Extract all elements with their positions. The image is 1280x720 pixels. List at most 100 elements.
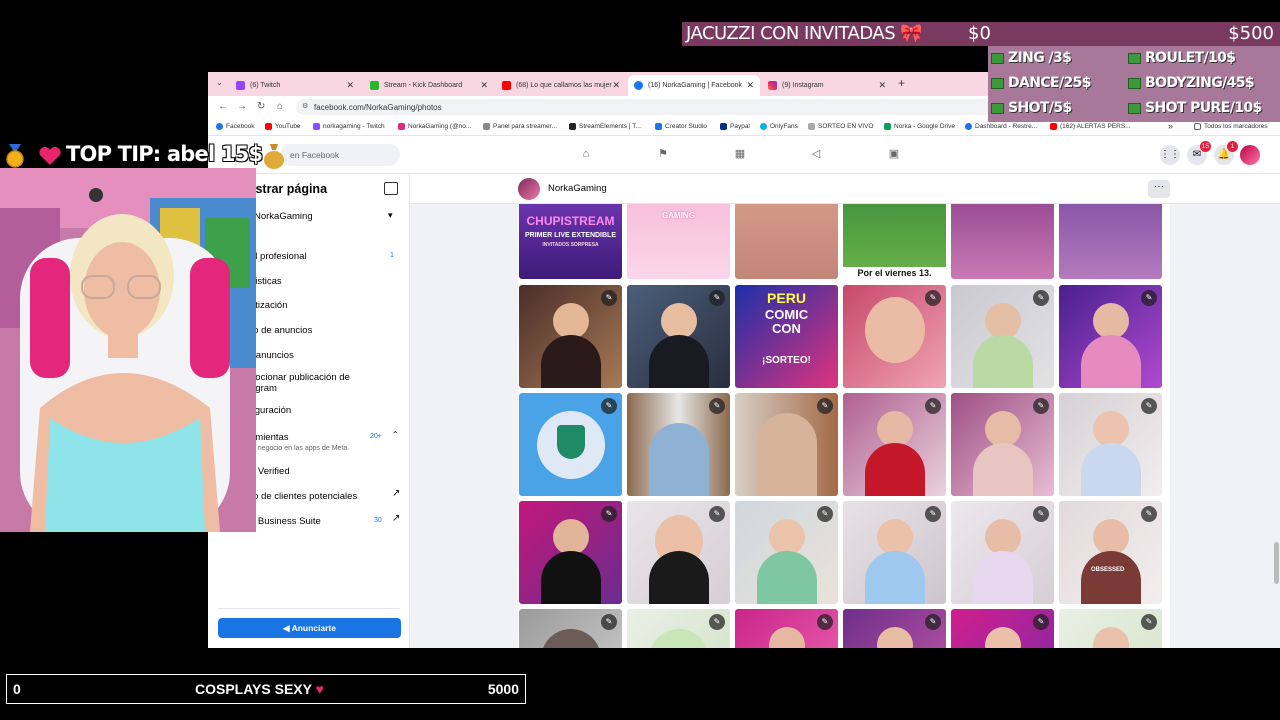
- apps-grid-icon[interactable]: ⋮⋮: [1160, 145, 1180, 165]
- bookmark-item[interactable]: Paypal: [720, 123, 750, 130]
- sidebar-item-promote-instagram[interactable]: nocionar publicación de: [250, 372, 350, 383]
- bookmarks-overflow-button[interactable]: »: [1168, 121, 1173, 131]
- photo-thumbnail[interactable]: ✎: [951, 285, 1054, 388]
- photo-thumbnail[interactable]: ✎: [519, 609, 622, 648]
- photo-thumbnail[interactable]: ✎: [627, 609, 730, 648]
- messenger-icon[interactable]: ✉ 15: [1187, 141, 1211, 165]
- all-bookmarks[interactable]: Todos los marcadores: [1194, 123, 1268, 130]
- tab-instagram[interactable]: (9) Instagram ✕: [762, 75, 892, 96]
- photo-thumbnail[interactable]: ✎: [735, 393, 838, 496]
- chevron-up-icon[interactable]: ⌃: [392, 430, 399, 439]
- edit-pencil-icon[interactable]: ✎: [1033, 290, 1049, 306]
- close-icon[interactable]: ✕: [346, 80, 354, 91]
- photo-thumbnail[interactable]: ✎: [735, 501, 838, 604]
- photo-thumbnail[interactable]: ✎: [519, 285, 622, 388]
- photo-thumbnail[interactable]: PERU COMIC CON ¡SORTEO!: [735, 285, 838, 388]
- page-switcher-name[interactable]: NorkaGaming: [254, 211, 313, 222]
- tab-kick[interactable]: Stream - Kick Dashboard ✕: [364, 75, 494, 96]
- photo-thumbnail[interactable]: ✎: [1059, 393, 1162, 496]
- sidebar-collapse-icon[interactable]: [384, 182, 398, 195]
- photo-thumbnail[interactable]: ✎: [519, 501, 622, 604]
- external-link-icon[interactable]: ↗: [392, 513, 400, 524]
- photo-thumbnail[interactable]: ✎: [627, 501, 730, 604]
- edit-pencil-icon[interactable]: ✎: [817, 398, 833, 414]
- reload-icon[interactable]: ↻: [257, 101, 265, 112]
- bookmark-item[interactable]: OnlyFans: [760, 123, 798, 130]
- photo-thumbnail[interactable]: OBSESSED ✎: [1059, 501, 1162, 604]
- edit-pencil-icon[interactable]: ✎: [709, 506, 725, 522]
- home-icon[interactable]: ⌂: [277, 101, 283, 112]
- sidebar-item-leads-center[interactable]: ro de clientes potenciales: [250, 491, 357, 502]
- edit-pencil-icon[interactable]: ✎: [1141, 398, 1157, 414]
- search-input[interactable]: en Facebook: [280, 144, 400, 166]
- external-link-icon[interactable]: ↗: [392, 488, 400, 499]
- close-icon[interactable]: ✕: [878, 80, 886, 91]
- url-input[interactable]: ⚙ facebook.com/NorkaGaming/photos: [296, 99, 996, 115]
- edit-pencil-icon[interactable]: ✎: [925, 398, 941, 414]
- close-icon[interactable]: ✕: [480, 80, 488, 91]
- page-name[interactable]: NorkaGaming: [548, 183, 607, 194]
- close-icon[interactable]: ✕: [612, 80, 620, 91]
- photo-thumbnail[interactable]: [735, 204, 838, 279]
- sidebar-item-business-suite[interactable]: a Business Suite: [250, 516, 321, 527]
- edit-pencil-icon[interactable]: ✎: [817, 506, 833, 522]
- photo-thumbnail[interactable]: ✎: [1059, 285, 1162, 388]
- photo-thumbnail[interactable]: GAMING: [627, 204, 730, 279]
- edit-pencil-icon[interactable]: ✎: [1141, 506, 1157, 522]
- advertise-button[interactable]: ◀ Anunciarte: [218, 618, 401, 638]
- bookmark-item[interactable]: SORTEO EN VIVO: [808, 123, 874, 130]
- photo-thumbnail[interactable]: ✎: [843, 609, 946, 648]
- photo-thumbnail[interactable]: ✎: [951, 393, 1054, 496]
- photo-thumbnail[interactable]: [1059, 204, 1162, 279]
- edit-pencil-icon[interactable]: ✎: [925, 290, 941, 306]
- edit-pencil-icon[interactable]: ✎: [925, 506, 941, 522]
- bookmark-item[interactable]: NorkaGaming (@no...: [398, 123, 471, 130]
- photo-thumbnail[interactable]: ✎: [951, 609, 1054, 648]
- bookmark-item[interactable]: Norka - Google Drive: [884, 123, 955, 130]
- sidebar-item-settings[interactable]: figuración: [250, 405, 291, 416]
- forward-arrow-icon[interactable]: →: [237, 101, 247, 112]
- photo-thumbnail[interactable]: CHUPISTREAM PRIMER LIVE EXTENDIBLE INVIT…: [519, 204, 622, 279]
- avatar[interactable]: [1240, 145, 1260, 165]
- tab-youtube[interactable]: (68) Lo que callamos las mujer ✕: [496, 75, 626, 96]
- photo-thumbnail[interactable]: ✎: [951, 501, 1054, 604]
- photo-thumbnail[interactable]: ✎: [627, 393, 730, 496]
- edit-pencil-icon[interactable]: ✎: [601, 398, 617, 414]
- megaphone-icon[interactable]: ◁: [809, 147, 823, 161]
- calendar-icon[interactable]: ▣: [887, 147, 901, 161]
- photo-thumbnail[interactable]: ✎: [627, 285, 730, 388]
- tab-twitch[interactable]: (6) Twitch ✕: [230, 75, 360, 96]
- edit-pencil-icon[interactable]: ✎: [601, 506, 617, 522]
- photo-thumbnail[interactable]: ✎: [1059, 609, 1162, 648]
- site-info-icon[interactable]: ⚙: [302, 102, 308, 110]
- scrollbar-thumb[interactable]: [1274, 542, 1279, 584]
- edit-pencil-icon[interactable]: ✎: [709, 398, 725, 414]
- chevron-down-icon[interactable]: ▾: [388, 210, 393, 221]
- bookmark-item[interactable]: Facebook: [216, 123, 255, 130]
- sidebar-item-professional-dashboard[interactable]: el profesional: [250, 251, 307, 262]
- edit-pencil-icon[interactable]: ✎: [925, 614, 941, 630]
- bookmark-item[interactable]: norkagaming - Twitch: [313, 123, 385, 130]
- photo-thumbnail[interactable]: [951, 204, 1054, 279]
- close-icon[interactable]: ✕: [746, 80, 754, 91]
- home-icon[interactable]: ⌂: [579, 147, 593, 161]
- back-arrow-icon[interactable]: ←: [218, 101, 228, 112]
- photo-thumbnail[interactable]: Por el viernes 13.: [843, 204, 946, 279]
- photo-thumbnail[interactable]: ✎: [843, 501, 946, 604]
- bookmark-item[interactable]: Dashboard - Restre...: [965, 123, 1037, 130]
- new-tab-button[interactable]: +: [898, 76, 905, 90]
- bookmark-item[interactable]: Creator Studio: [655, 123, 707, 130]
- edit-pencil-icon[interactable]: ✎: [601, 290, 617, 306]
- sidebar-item-create-ads[interactable]: r anuncios: [250, 350, 294, 361]
- sidebar-item-ad-center[interactable]: ro de anuncios: [250, 325, 312, 336]
- edit-pencil-icon[interactable]: ✎: [709, 614, 725, 630]
- photo-thumbnail[interactable]: ✎: [843, 393, 946, 496]
- photo-thumbnail[interactable]: ✎: [519, 393, 622, 496]
- bell-icon[interactable]: 🔔 1: [1214, 141, 1238, 165]
- avatar[interactable]: [518, 178, 540, 200]
- flag-icon[interactable]: ⚑: [656, 147, 670, 161]
- photo-thumbnail[interactable]: ✎: [843, 285, 946, 388]
- edit-pencil-icon[interactable]: ✎: [1141, 290, 1157, 306]
- marketplace-icon[interactable]: ▦: [733, 147, 747, 161]
- bookmark-item[interactable]: StreamElements | T...: [569, 123, 641, 130]
